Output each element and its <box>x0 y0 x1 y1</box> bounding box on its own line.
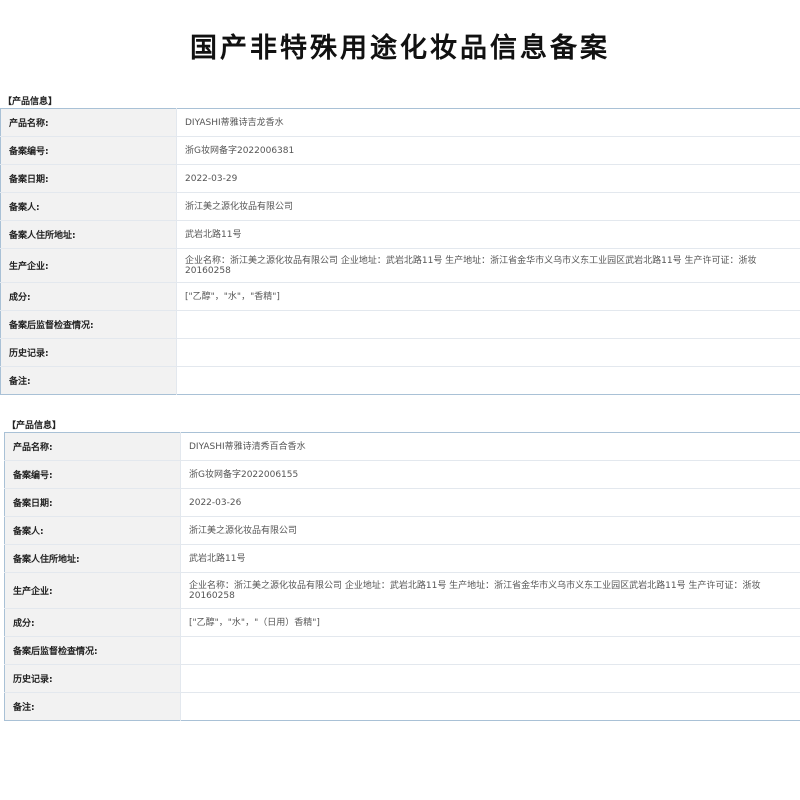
table-row: 历史记录: <box>4 664 800 693</box>
remarks-value <box>177 367 800 395</box>
filing-date-label: 备案日期: <box>0 164 177 193</box>
section-label: 【产品信息】 <box>7 421 62 431</box>
table-row: 成分: ["乙醇"，"水"，"（日用）香精"] <box>4 608 800 637</box>
page-title: 国产非特殊用途化妆品信息备案 <box>190 33 610 64</box>
table-row: 备案人住所地址: 武岩北路11号 <box>0 220 800 249</box>
table-row: 备案编号: 浙G妆网备字2022006155 <box>4 460 800 489</box>
filer-value: 浙江美之源化妆品有限公司 <box>180 516 800 545</box>
product-record-2: 【产品信息】 产品名称: DIYASHI蒂雅诗清秀百合香水 备案编号: 浙G妆网… <box>4 420 800 721</box>
post-filing-inspection-value <box>180 636 800 665</box>
manufacturer-value: 企业名称：浙江美之源化妆品有限公司 企业地址：武岩北路11号 生产地址：浙江省金… <box>180 572 800 609</box>
remarks-value <box>181 693 800 721</box>
remarks-label: 备注: <box>0 366 177 395</box>
product-name-value: DIYASHI蒂雅诗清秀百合香水 <box>180 432 800 461</box>
table-row: 备案日期: 2022-03-29 <box>0 164 800 193</box>
filer-address-label: 备案人住所地址: <box>4 544 181 573</box>
product-name-label: 产品名称: <box>0 108 177 137</box>
filing-date-label: 备案日期: <box>4 488 181 517</box>
filing-number-label: 备案编号: <box>4 460 181 489</box>
table-row: 备案人住所地址: 武岩北路11号 <box>4 544 800 573</box>
history-value <box>180 664 800 693</box>
filing-number-value: 浙G妆网备字2022006155 <box>180 460 800 489</box>
manufacturer-label: 生产企业: <box>4 572 181 609</box>
filing-number-label: 备案编号: <box>0 136 177 165</box>
filer-address-label: 备案人住所地址: <box>0 220 177 249</box>
manufacturer-label: 生产企业: <box>0 248 177 283</box>
table-row: 备案后监督检查情况: <box>0 310 800 339</box>
table-row: 成分: ["乙醇"，"水"，"香精"] <box>0 282 800 311</box>
product-info-table: 产品名称: DIYASHI蒂雅诗清秀百合香水 备案编号: 浙G妆网备字20220… <box>4 432 800 721</box>
product-name-value: DIYASHI蒂雅诗吉龙香水 <box>176 108 800 137</box>
table-row: 备注: <box>4 692 800 721</box>
ingredients-value: ["乙醇"，"水"，"香精"] <box>176 282 800 311</box>
filing-date-value: 2022-03-29 <box>176 164 800 193</box>
filing-date-value: 2022-03-26 <box>180 488 800 517</box>
product-name-label: 产品名称: <box>4 432 181 461</box>
ingredients-value: ["乙醇"，"水"，"（日用）香精"] <box>180 608 800 637</box>
table-row: 备案后监督检查情况: <box>4 636 800 665</box>
manufacturer-value: 企业名称：浙江美之源化妆品有限公司 企业地址：武岩北路11号 生产地址：浙江省金… <box>176 248 800 283</box>
remarks-label: 备注: <box>4 692 181 721</box>
table-row: 生产企业: 企业名称：浙江美之源化妆品有限公司 企业地址：武岩北路11号 生产地… <box>4 572 800 609</box>
table-row: 备案日期: 2022-03-26 <box>4 488 800 517</box>
post-filing-inspection-label: 备案后监督检查情况: <box>4 636 181 665</box>
table-row: 备注: <box>0 366 800 395</box>
filer-address-value: 武岩北路11号 <box>176 220 800 249</box>
table-row: 产品名称: DIYASHI蒂雅诗清秀百合香水 <box>4 432 800 461</box>
history-label: 历史记录: <box>0 338 177 367</box>
filer-label: 备案人: <box>0 192 177 221</box>
table-row: 历史记录: <box>0 338 800 367</box>
filing-number-value: 浙G妆网备字2022006381 <box>176 136 800 165</box>
section-label: 【产品信息】 <box>3 97 58 107</box>
ingredients-label: 成分: <box>0 282 177 311</box>
filer-label: 备案人: <box>4 516 181 545</box>
history-value <box>176 338 800 367</box>
ingredients-label: 成分: <box>4 608 181 637</box>
product-record-1: 【产品信息】 产品名称: DIYASHI蒂雅诗吉龙香水 备案编号: 浙G妆网备字… <box>0 96 800 395</box>
filer-address-value: 武岩北路11号 <box>180 544 800 573</box>
history-label: 历史记录: <box>4 664 181 693</box>
table-row: 备案人: 浙江美之源化妆品有限公司 <box>0 192 800 221</box>
table-row: 生产企业: 企业名称：浙江美之源化妆品有限公司 企业地址：武岩北路11号 生产地… <box>0 248 800 283</box>
filer-value: 浙江美之源化妆品有限公司 <box>176 192 800 221</box>
table-row: 备案编号: 浙G妆网备字2022006381 <box>0 136 800 165</box>
table-row: 产品名称: DIYASHI蒂雅诗吉龙香水 <box>0 108 800 137</box>
product-info-table: 产品名称: DIYASHI蒂雅诗吉龙香水 备案编号: 浙G妆网备字2022006… <box>0 108 800 395</box>
post-filing-inspection-value <box>176 310 800 339</box>
table-row: 备案人: 浙江美之源化妆品有限公司 <box>4 516 800 545</box>
post-filing-inspection-label: 备案后监督检查情况: <box>0 310 177 339</box>
